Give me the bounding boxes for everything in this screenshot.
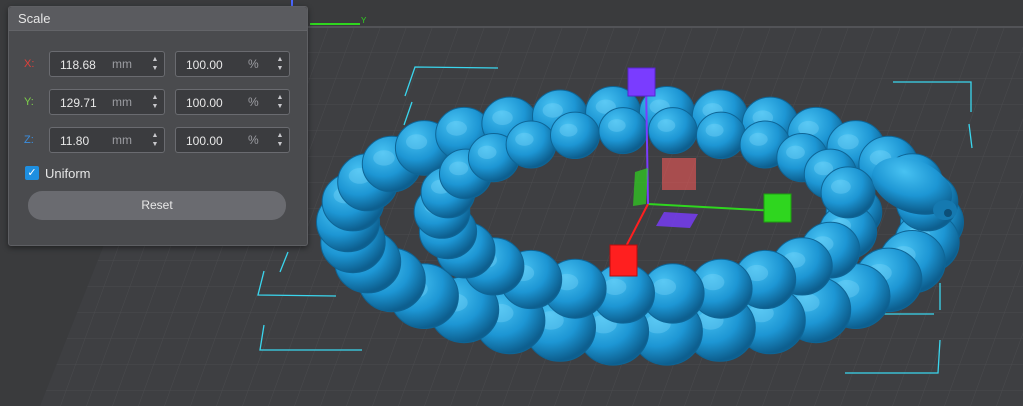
scale-row-y: Y: 129.71 mm ▲ ▼ 100.00 % ▲ ▼ (9, 89, 307, 117)
axis-label-y: Y: (24, 96, 34, 108)
chevron-down-icon[interactable]: ▼ (150, 102, 160, 111)
model-segment-highlight (701, 273, 725, 291)
z-size-stepper[interactable]: ▲ ▼ (150, 131, 160, 149)
chevron-up-icon[interactable]: ▲ (150, 55, 160, 64)
x-size-unit: mm (112, 57, 132, 71)
y-size-value: 129.71 (60, 96, 97, 110)
model-segment-highlight (749, 132, 768, 146)
axis-label-x: X: (24, 58, 35, 70)
z-percent-unit: % (248, 133, 259, 147)
chevron-down-icon[interactable]: ▼ (275, 64, 285, 73)
chevron-down-icon[interactable]: ▼ (275, 102, 285, 111)
z-percent-value: 100.00 (186, 134, 223, 148)
chevron-down-icon[interactable]: ▼ (275, 140, 285, 149)
x-percent-input[interactable]: 100.00 % ▲ ▼ (175, 51, 290, 77)
model-segment-highlight (406, 134, 428, 150)
z-percent-stepper[interactable]: ▲ ▼ (275, 131, 285, 149)
x-size-stepper[interactable]: ▲ ▼ (150, 55, 160, 73)
axis-indicator-label: Y (361, 16, 367, 25)
model-segment-highlight (559, 123, 578, 137)
z-size-unit: mm (112, 133, 132, 147)
x-size-value: 118.68 (60, 58, 96, 72)
model-segment-highlight (373, 150, 395, 166)
y-size-unit: mm (112, 95, 132, 109)
z-percent-input[interactable]: 100.00 % ▲ ▼ (175, 127, 290, 153)
z-size-input[interactable]: 11.80 mm ▲ ▼ (49, 127, 165, 153)
model-segment-highlight (477, 145, 497, 159)
panel-title: Scale (9, 7, 307, 31)
x-percent-stepper[interactable]: ▲ ▼ (275, 55, 285, 73)
x-percent-unit: % (248, 57, 259, 71)
scale-panel: Scale X: 118.68 mm ▲ ▼ 100.00 % ▲ ▼ Y: 129… (8, 6, 308, 246)
axis-label-z: Z: (24, 134, 34, 146)
chevron-up-icon[interactable]: ▲ (150, 93, 160, 102)
z-size-value: 11.80 (60, 134, 90, 148)
model-segment-highlight (446, 120, 467, 136)
chevron-up-icon[interactable]: ▲ (275, 131, 285, 140)
model-segment-highlight (831, 179, 851, 194)
x-percent-value: 100.00 (186, 58, 223, 72)
model-segment (696, 111, 746, 160)
model-segment (598, 107, 649, 155)
uniform-checkbox[interactable]: ✓ (25, 166, 39, 180)
gizmo-y-handle[interactable] (763, 193, 792, 223)
chevron-up-icon[interactable]: ▲ (275, 55, 285, 64)
model-segment-highlight (607, 119, 626, 132)
gizmo-x-handle[interactable] (609, 244, 638, 277)
gizmo-z-handle[interactable] (627, 67, 656, 97)
model-segment (648, 107, 698, 155)
model-segment-highlight (449, 161, 469, 176)
uniform-label: Uniform (45, 166, 91, 181)
gizmo-xy-plane[interactable] (662, 158, 696, 190)
model-segment-highlight (515, 132, 534, 146)
model-segment-highlight (657, 119, 676, 132)
model-segment-highlight (786, 145, 805, 159)
gizmo-xz-plane[interactable] (633, 168, 648, 206)
chevron-up-icon[interactable]: ▲ (150, 131, 160, 140)
scale-row-z: Z: 11.80 mm ▲ ▼ 100.00 % ▲ ▼ (9, 127, 307, 155)
reset-button[interactable]: Reset (28, 191, 286, 220)
model-segment-highlight (705, 123, 724, 137)
y-size-stepper[interactable]: ▲ ▼ (150, 93, 160, 111)
model-segment-highlight (837, 134, 859, 150)
y-size-input[interactable]: 129.71 mm ▲ ▼ (49, 89, 165, 115)
chevron-down-icon[interactable]: ▼ (150, 64, 160, 73)
model-segment-highlight (653, 278, 677, 295)
y-percent-input[interactable]: 100.00 % ▲ ▼ (175, 89, 290, 115)
chevron-down-icon[interactable]: ▼ (150, 140, 160, 149)
y-percent-value: 100.00 (186, 96, 223, 110)
scale-row-x: X: 118.68 mm ▲ ▼ 100.00 % ▲ ▼ (9, 51, 307, 79)
x-size-input[interactable]: 118.68 mm ▲ ▼ (49, 51, 165, 77)
model-segment-highlight (603, 278, 627, 295)
model-segment (505, 120, 557, 169)
model-segment (550, 111, 600, 160)
checkmark-icon: ✓ (27, 167, 37, 179)
y-percent-stepper[interactable]: ▲ ▼ (275, 93, 285, 111)
model-segment-highlight (492, 110, 513, 125)
chevron-up-icon[interactable]: ▲ (275, 93, 285, 102)
model-segment (820, 166, 876, 219)
y-percent-unit: % (248, 95, 259, 109)
model-segment-highlight (542, 103, 563, 118)
